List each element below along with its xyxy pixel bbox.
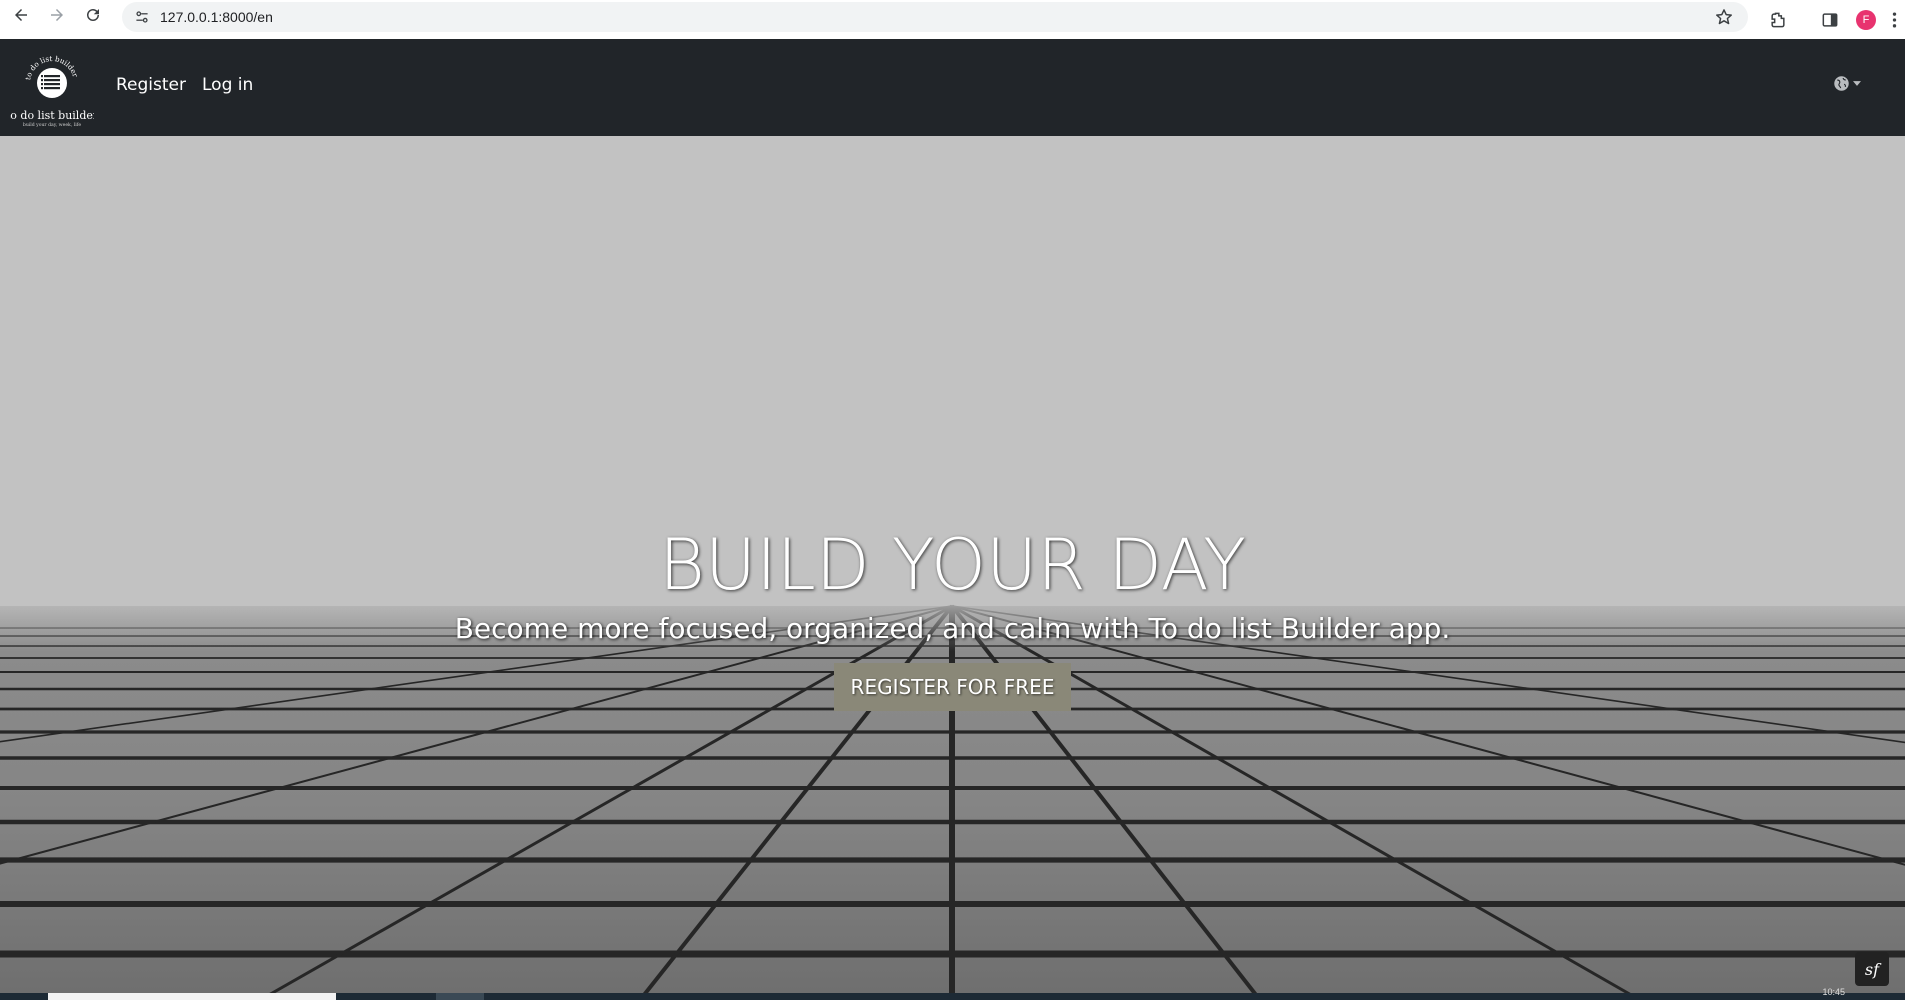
language-dropdown[interactable]	[1833, 75, 1861, 92]
os-taskbar: 10:45	[0, 987, 1905, 1000]
reload-icon	[87, 8, 99, 21]
brand-tagline: build your day, week, life	[23, 122, 82, 128]
symfony-toolbar-toggle[interactable]: sf	[1855, 952, 1889, 986]
arrow-right-icon	[51, 9, 63, 21]
register-link[interactable]: Register	[116, 75, 186, 95]
symfony-logo-icon: sf	[1864, 959, 1880, 979]
kebab-menu-icon	[1892, 12, 1896, 27]
url-text[interactable]: 127.0.0.1:8000/en	[160, 9, 273, 25]
side-panel-button[interactable]	[1813, 5, 1847, 35]
browser-menu-button[interactable]	[1883, 5, 1905, 35]
forward-button[interactable]	[44, 2, 70, 28]
site-info-icon[interactable]	[132, 7, 152, 27]
nav-links: Register Log in	[116, 75, 253, 95]
caret-down-icon	[1853, 81, 1861, 86]
brand-name: to do list builder	[10, 109, 94, 122]
hero-title: BUILD YOUR DAY	[659, 524, 1246, 606]
bookmark-star-icon[interactable]	[1714, 7, 1734, 27]
brand-logo-link[interactable]: to do list builder to do list builder bu…	[6, 49, 99, 129]
address-bar[interactable]: 127.0.0.1:8000/en	[122, 2, 1748, 32]
side-panel-icon	[1822, 12, 1838, 27]
taskbar-active-app[interactable]	[436, 993, 484, 1000]
globe-icon	[1834, 76, 1849, 91]
hero-content: BUILD YOUR DAY Become more focused, orga…	[0, 521, 1905, 711]
register-for-free-button[interactable]: REGISTER FOR FREE	[833, 663, 1072, 711]
login-link[interactable]: Log in	[202, 75, 253, 95]
profile-button[interactable]: F	[1849, 5, 1883, 35]
hero-section: BUILD YOUR DAY Become more focused, orga…	[0, 136, 1905, 1000]
browser-actions: F	[1761, 0, 1905, 39]
extensions-button[interactable]	[1761, 5, 1795, 35]
hero-subtitle: Become more focused, organized, and calm…	[454, 612, 1451, 645]
back-button[interactable]	[8, 2, 34, 28]
arrow-left-icon	[15, 9, 27, 21]
taskbar-search[interactable]	[48, 993, 336, 1000]
puzzle-icon	[1771, 12, 1785, 27]
brand-logo-icon: to do list builder to do list builder bu…	[6, 54, 99, 128]
taskbar-clock: 10:45	[1822, 987, 1845, 997]
site-navbar: to do list builder to do list builder bu…	[0, 39, 1905, 136]
browser-toolbar: 127.0.0.1:8000/en F	[0, 0, 1905, 39]
avatar: F	[1856, 9, 1876, 30]
reload-button[interactable]	[80, 2, 106, 28]
